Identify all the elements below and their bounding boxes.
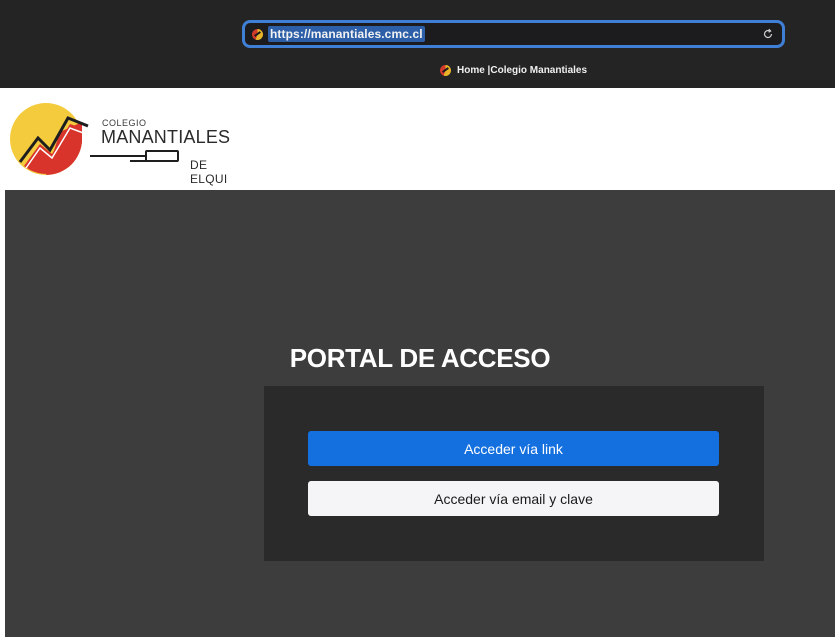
browser-chrome: https://manantiales.cmc.cl Home |Colegio… [0,0,835,88]
reload-icon[interactable] [762,28,774,40]
logo-sub-text: DE ELQUI [190,158,228,186]
access-via-link-button[interactable]: Acceder vía link [308,431,719,466]
portal-title: PORTAL DE ACCESO [289,343,551,373]
logo-main-text: MANANTIALES [101,127,231,147]
portal-section: PORTAL DE ACCESO Acceder vía link Accede… [5,190,835,637]
school-logo[interactable]: COLEGIO MANANTIALES DE ELQUI [10,102,240,186]
browser-tab[interactable]: Home |Colegio Manantiales [440,63,587,77]
tab-title: Home |Colegio Manantiales [457,64,588,76]
access-panel: Acceder vía link Acceder vía email y cla… [264,386,764,561]
site-header: COLEGIO MANANTIALES DE ELQUI [0,88,835,190]
access-via-email-button[interactable]: Acceder vía email y clave [308,481,719,516]
address-bar[interactable]: https://manantiales.cmc.cl [242,20,785,48]
tab-favicon-icon [440,64,451,76]
url-text[interactable]: https://manantiales.cmc.cl [268,26,425,42]
site-favicon-icon [252,28,263,40]
